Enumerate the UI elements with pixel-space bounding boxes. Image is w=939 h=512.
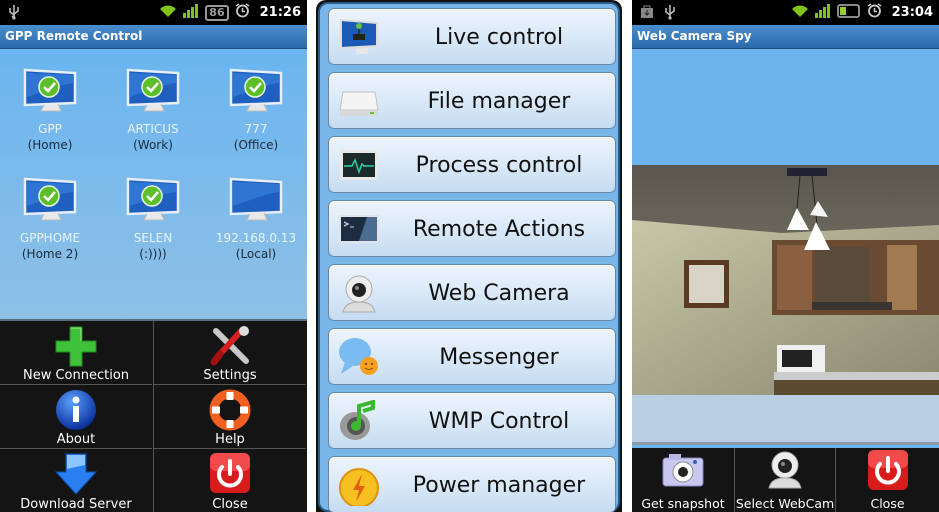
web-camera-button[interactable]: Web Camera bbox=[328, 264, 616, 321]
select-webcam-button[interactable]: Select WebCam bbox=[735, 448, 835, 512]
settings-button[interactable]: Settings bbox=[154, 321, 306, 385]
terminal-icon bbox=[337, 208, 381, 250]
info-icon bbox=[54, 389, 98, 431]
computer-item[interactable]: GPPHOME (Home 2) bbox=[0, 176, 100, 262]
computer-item[interactable]: 192.168.0.13 (Local) bbox=[206, 176, 306, 262]
screen-remote-control: 86 21:26 GPP Remote Control GPP (Home) A… bbox=[0, 0, 307, 512]
monitor-online-icon bbox=[228, 67, 284, 115]
monitor-offline-icon bbox=[228, 176, 284, 224]
app-title: GPP Remote Control bbox=[0, 25, 307, 49]
close-button[interactable]: Close bbox=[154, 449, 306, 512]
plus-icon bbox=[54, 325, 98, 367]
webcam-icon bbox=[763, 450, 807, 490]
monitor-online-icon bbox=[125, 176, 181, 224]
help-button[interactable]: Help bbox=[154, 385, 306, 449]
computer-item[interactable]: SELEN (:)))) bbox=[103, 176, 203, 262]
computer-item[interactable]: GPP (Home) bbox=[0, 67, 100, 153]
download-arrow-icon bbox=[54, 453, 98, 495]
computer-item[interactable]: 777 (Office) bbox=[206, 67, 306, 153]
remote-actions-button[interactable]: Remote Actions bbox=[328, 200, 616, 257]
new-connection-button[interactable]: New Connection bbox=[0, 321, 152, 385]
monitor-online-icon bbox=[22, 176, 78, 224]
webcam-feed bbox=[632, 165, 939, 395]
actions-list: Live control File manager Process contro… bbox=[318, 2, 620, 512]
usb-icon bbox=[8, 4, 20, 24]
speaker-note-icon bbox=[337, 399, 381, 442]
tools-icon bbox=[208, 325, 252, 367]
download-server-button[interactable]: Download Server bbox=[0, 449, 152, 512]
lightning-icon bbox=[337, 464, 381, 508]
chat-bubble-icon bbox=[337, 336, 381, 378]
computer-list: GPP (Home) ARTICUS (Work) 777 (Office) G… bbox=[0, 49, 307, 319]
battery-icon: 86 bbox=[205, 4, 229, 21]
about-button[interactable]: About bbox=[0, 385, 152, 449]
process-control-button[interactable]: Process control bbox=[328, 136, 616, 193]
power-manager-button[interactable]: Power manager bbox=[328, 456, 616, 512]
main-menu: New Connection Settings About Help Downl… bbox=[0, 319, 307, 512]
file-manager-button[interactable]: File manager bbox=[328, 72, 616, 129]
live-control-button[interactable]: Live control bbox=[328, 8, 616, 65]
camera-toolbar: Get snapshot Select WebCam Close bbox=[632, 448, 939, 512]
camera-area-top bbox=[632, 49, 939, 165]
wifi-icon bbox=[791, 4, 809, 22]
battery-icon bbox=[836, 3, 861, 22]
messenger-button[interactable]: Messenger bbox=[328, 328, 616, 385]
lifebuoy-icon bbox=[208, 389, 252, 431]
clock: 21:26 bbox=[259, 5, 301, 20]
monitor-online-icon bbox=[22, 67, 78, 115]
camera-area-bottom bbox=[632, 395, 939, 445]
alarm-icon bbox=[235, 3, 250, 22]
close-button[interactable]: Close bbox=[836, 448, 939, 512]
get-snapshot-button[interactable]: Get snapshot bbox=[632, 448, 734, 512]
heartbeat-monitor-icon bbox=[337, 144, 381, 186]
download-bag-icon bbox=[640, 5, 654, 23]
wifi-icon bbox=[159, 4, 177, 22]
signal-icon bbox=[814, 3, 831, 22]
app-title: Web Camera Spy bbox=[632, 25, 939, 49]
status-bar: 86 21:26 bbox=[0, 0, 307, 25]
wmp-control-button[interactable]: WMP Control bbox=[328, 392, 616, 449]
camera-icon bbox=[661, 450, 705, 490]
drive-icon bbox=[337, 80, 381, 122]
status-bar: 23:04 bbox=[632, 0, 939, 25]
power-icon bbox=[866, 450, 910, 490]
screen-web-camera: 23:04 Web Camera Spy Get snapshot Select… bbox=[632, 0, 939, 512]
monitor-joystick-icon bbox=[337, 16, 381, 58]
alarm-icon bbox=[867, 3, 882, 22]
signal-icon bbox=[183, 3, 199, 22]
monitor-online-icon bbox=[125, 67, 181, 115]
screen-actions: Live control File manager Process contro… bbox=[316, 0, 622, 512]
clock: 23:04 bbox=[891, 5, 933, 20]
power-icon bbox=[208, 453, 252, 495]
webcam-icon bbox=[337, 272, 381, 314]
usb-icon bbox=[664, 4, 676, 24]
computer-item[interactable]: ARTICUS (Work) bbox=[103, 67, 203, 153]
